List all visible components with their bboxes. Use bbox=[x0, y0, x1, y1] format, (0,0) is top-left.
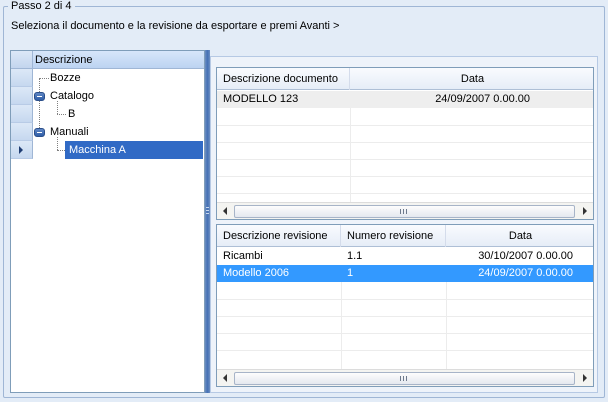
scroll-left-button[interactable] bbox=[217, 203, 234, 219]
grid-line bbox=[341, 282, 342, 370]
grid-line bbox=[217, 316, 593, 317]
column-header-numero-revisione[interactable]: Numero revisione bbox=[341, 225, 446, 247]
row-indicator[interactable] bbox=[11, 87, 33, 105]
arrow-right-icon bbox=[583, 207, 587, 215]
splitter-grip bbox=[206, 207, 209, 208]
scroll-right-button[interactable] bbox=[576, 203, 593, 219]
scrollbar-thumb[interactable] bbox=[234, 205, 575, 218]
tree-header: Descrizione bbox=[11, 51, 204, 69]
grid-line bbox=[217, 333, 593, 334]
tree-connector bbox=[39, 78, 40, 132]
scrollbar-thumb[interactable] bbox=[234, 372, 575, 385]
row-indicator[interactable] bbox=[11, 123, 33, 141]
grid-line bbox=[217, 142, 593, 143]
cell-data: 24/09/2007 0.00.00 bbox=[478, 267, 573, 279]
documents-horizontal-scrollbar[interactable] bbox=[217, 202, 593, 219]
tree-connector bbox=[57, 150, 65, 151]
splitter-grip bbox=[206, 213, 209, 214]
row-indicator[interactable] bbox=[11, 105, 33, 123]
cell-data: 24/09/2007 0.00.00 bbox=[435, 93, 530, 105]
row-indicator-current[interactable] bbox=[11, 141, 33, 159]
revisions-horizontal-scrollbar[interactable] bbox=[217, 369, 593, 386]
current-row-arrow-icon bbox=[19, 146, 23, 154]
grid-line bbox=[217, 350, 593, 351]
tree-node-b[interactable]: B bbox=[68, 105, 75, 123]
collapse-icon[interactable] bbox=[34, 92, 45, 101]
collapse-icon[interactable] bbox=[34, 128, 45, 137]
grid-line bbox=[217, 159, 593, 160]
tree-connector bbox=[57, 114, 66, 115]
tree-connector bbox=[40, 78, 49, 79]
row-indicator[interactable] bbox=[11, 69, 33, 87]
grip-icon bbox=[400, 209, 401, 214]
scroll-right-button[interactable] bbox=[576, 370, 593, 386]
arrow-left-icon bbox=[223, 374, 227, 382]
revisions-grid-header: Descrizione revisione Numero revisione D… bbox=[217, 225, 593, 247]
table-row-selected[interactable]: Modello 2006 1 24/09/2007 0.00.00 bbox=[217, 265, 593, 282]
grid-line bbox=[217, 125, 593, 126]
grid-line bbox=[350, 108, 351, 204]
tree-column-header-descrizione[interactable]: Descrizione bbox=[33, 51, 204, 69]
tree-node-manuali[interactable]: Manuali bbox=[50, 123, 89, 141]
column-header-descrizione-documento[interactable]: Descrizione documento bbox=[217, 68, 350, 90]
arrow-right-icon bbox=[583, 374, 587, 382]
step-title: Passo 2 di 4 bbox=[8, 0, 75, 13]
scroll-left-button[interactable] bbox=[217, 370, 234, 386]
grip-icon bbox=[400, 376, 401, 381]
grip-icon bbox=[403, 376, 404, 381]
revisions-grid[interactable]: Descrizione revisione Numero revisione D… bbox=[216, 224, 594, 387]
grid-line bbox=[217, 176, 593, 177]
grip-icon bbox=[406, 376, 407, 381]
column-header-data[interactable]: Data bbox=[446, 225, 593, 247]
column-header-descrizione-revisione[interactable]: Descrizione revisione bbox=[217, 225, 341, 247]
documents-grid-header: Descrizione documento Data bbox=[217, 68, 593, 90]
folder-tree[interactable]: Descrizione Bozze Catalogo B Manuali Mac… bbox=[10, 50, 205, 393]
table-row[interactable]: Ricambi 1.1 30/10/2007 0.00.00 bbox=[217, 248, 593, 265]
grid-line bbox=[446, 282, 447, 370]
arrow-left-icon bbox=[223, 207, 227, 215]
cell-numero-revisione: 1 bbox=[347, 267, 354, 279]
column-header-data[interactable]: Data bbox=[350, 68, 593, 90]
splitter-grip bbox=[206, 210, 209, 211]
cell-numero-revisione: 1.1 bbox=[347, 250, 363, 262]
right-panel: Descrizione documento Data MODELLO 123 2… bbox=[210, 56, 598, 393]
tree-node-catalogo[interactable]: Catalogo bbox=[50, 87, 94, 105]
cell-descrizione-revisione: Ricambi bbox=[223, 250, 263, 262]
tree-header-corner bbox=[11, 51, 33, 69]
grid-line bbox=[217, 193, 593, 194]
table-row[interactable]: MODELLO 123 24/09/2007 0.00.00 bbox=[217, 91, 593, 108]
cell-descrizione-documento: MODELLO 123 bbox=[223, 93, 299, 105]
cell-descrizione-revisione: Modello 2006 bbox=[223, 267, 290, 279]
tree-node-bozze[interactable]: Bozze bbox=[50, 69, 81, 87]
documents-grid[interactable]: Descrizione documento Data MODELLO 123 2… bbox=[216, 67, 594, 220]
grip-icon bbox=[403, 209, 404, 214]
grip-icon bbox=[406, 209, 407, 214]
cell-data: 30/10/2007 0.00.00 bbox=[478, 250, 573, 262]
grid-line bbox=[217, 299, 593, 300]
tree-node-macchina-a[interactable]: Macchina A bbox=[65, 141, 203, 159]
instruction-text: Seleziona il documento e la revisione da… bbox=[11, 20, 340, 32]
